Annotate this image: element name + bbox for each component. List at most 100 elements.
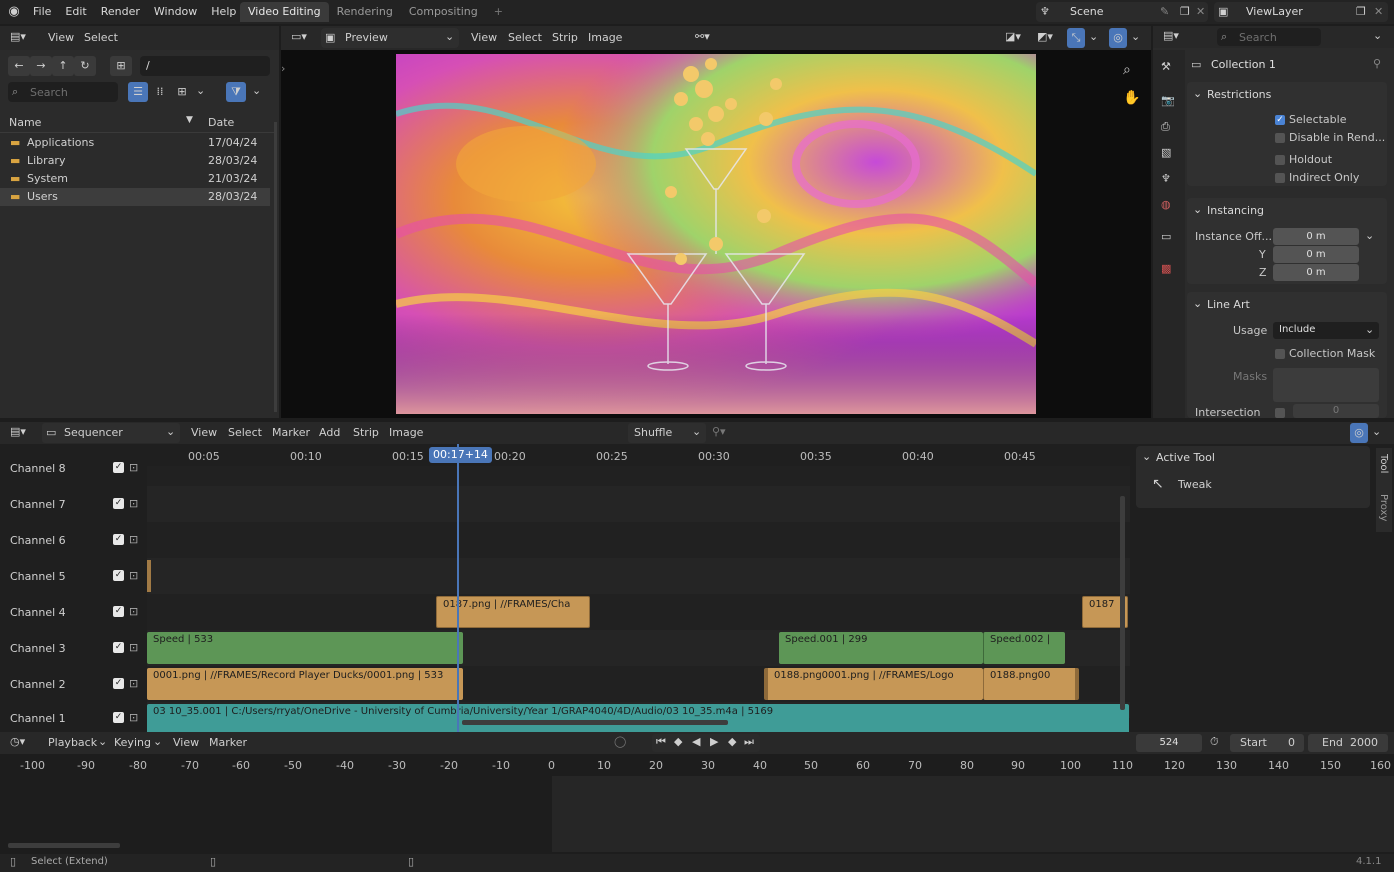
start-frame-field[interactable]: Start 0 xyxy=(1230,734,1304,752)
chevron-down-icon[interactable]: ⌄ xyxy=(1373,29,1382,42)
image-strip[interactable]: 0188.png00 xyxy=(983,668,1079,700)
sort-icon[interactable]: ▼ xyxy=(186,115,193,125)
speed-strip[interactable]: Speed | 533 xyxy=(147,632,463,664)
world-icon[interactable]: ◍ xyxy=(1161,198,1171,211)
horizontal-scrollbar[interactable] xyxy=(462,720,728,725)
lock-icon[interactable]: ⊡ xyxy=(129,497,138,510)
tab-video-editing[interactable]: Video Editing xyxy=(240,2,329,22)
time-ruler[interactable]: 00:05 00:10 00:15 00:20 00:25 00:30 00:3… xyxy=(0,444,1130,466)
menu-view[interactable]: View xyxy=(48,31,74,44)
speed-strip[interactable]: Speed.001 | 299 xyxy=(779,632,983,664)
thumbnail-grid-icon[interactable]: ⊞ xyxy=(172,82,192,102)
lock-icon[interactable]: ⊡ xyxy=(129,461,138,474)
snap-icon[interactable]: ⚲▾ xyxy=(712,425,726,438)
channel-label[interactable]: Channel 8 xyxy=(10,462,66,475)
speed-strip[interactable]: Speed.002 | xyxy=(983,632,1065,664)
editor-type-icon[interactable]: ▤▾ xyxy=(1163,29,1179,42)
forward-icon[interactable]: → xyxy=(30,56,52,76)
channel-mute-checkbox[interactable]: ✓ xyxy=(113,498,124,509)
end-frame-field[interactable]: End 2000 xyxy=(1308,734,1388,752)
instancing-title[interactable]: Instancing xyxy=(1207,204,1264,217)
column-date[interactable]: Date xyxy=(208,116,234,129)
image-strip[interactable]: 0188.png0001.png | //FRAMES/Logo xyxy=(764,668,983,700)
menu-strip[interactable]: Strip xyxy=(552,31,578,44)
instance-offset-z[interactable]: 0 m xyxy=(1273,264,1359,281)
menu-view[interactable]: View xyxy=(471,31,497,44)
chevron-down-icon[interactable]: ⌄ xyxy=(1193,297,1202,310)
chevron-down-icon[interactable]: ⌄ xyxy=(1089,30,1098,43)
menu-select[interactable]: Select xyxy=(84,31,118,44)
menu-marker[interactable]: Marker xyxy=(209,736,247,749)
current-time-indicator[interactable]: 00:17+14 xyxy=(429,447,492,463)
clock-icon[interactable]: ◷▾ xyxy=(10,735,25,748)
holdout-checkbox[interactable] xyxy=(1275,155,1285,165)
menu-file[interactable]: File xyxy=(26,0,58,24)
overlays-toggle-icon[interactable]: ◎ xyxy=(1350,423,1368,443)
chevron-down-icon[interactable]: ⌄ xyxy=(252,84,261,97)
close-icon[interactable]: ✕ xyxy=(1374,5,1383,18)
overlay-icon[interactable]: ◩▾ xyxy=(1037,30,1053,43)
pivot-icon[interactable]: ⚯▾ xyxy=(695,30,710,43)
channel-label[interactable]: Channel 4 xyxy=(10,606,66,619)
next-keyframe-icon[interactable]: ◆ xyxy=(728,735,736,748)
view-layer-icon[interactable]: ▧ xyxy=(1161,146,1171,159)
indirect-only-checkbox[interactable] xyxy=(1275,173,1285,183)
channel-label[interactable]: Channel 2 xyxy=(10,678,66,691)
menu-select[interactable]: Select xyxy=(508,31,542,44)
channel-mute-checkbox[interactable]: ✓ xyxy=(113,534,124,545)
list-item[interactable]: ▬ System 21/03/24 xyxy=(0,170,270,188)
menu-strip[interactable]: Strip xyxy=(353,426,379,439)
view-type-dropdown[interactable]: ▭ Sequencer ⌄ xyxy=(42,423,180,443)
path-field[interactable]: / xyxy=(140,56,270,76)
horizontal-scrollbar[interactable] xyxy=(8,843,120,848)
vertical-scrollbar[interactable] xyxy=(1120,496,1125,710)
view-layer-selector[interactable]: ▣ ViewLayer ❐ ✕ xyxy=(1214,2,1388,22)
playhead[interactable] xyxy=(457,444,459,734)
chevron-down-icon[interactable]: ⌄ xyxy=(1193,87,1202,100)
usage-dropdown[interactable]: Include ⌄ xyxy=(1273,322,1379,339)
scene-icon[interactable]: ♆ xyxy=(1161,172,1171,185)
image-strip[interactable]: 0001.png | //FRAMES/Record Player Ducks/… xyxy=(147,668,463,700)
list-item[interactable]: ▬ Applications 17/04/24 xyxy=(0,134,270,152)
channel-mute-checkbox[interactable]: ✓ xyxy=(113,712,124,723)
editor-type-icon[interactable]: ▤▾ xyxy=(10,30,26,43)
lock-icon[interactable]: ⊡ xyxy=(129,677,138,690)
jump-end-icon[interactable]: ⏭ xyxy=(744,735,754,749)
pin-icon[interactable]: ✎ xyxy=(1160,5,1169,18)
prev-keyframe-icon[interactable]: ◆ xyxy=(674,735,682,748)
list-item[interactable]: ▬ Library 28/03/24 xyxy=(0,152,270,170)
menu-view[interactable]: View xyxy=(173,736,199,749)
new-layer-icon[interactable]: ❐ xyxy=(1356,5,1366,18)
menu-edit[interactable]: Edit xyxy=(58,0,93,24)
lock-icon[interactable]: ⊡ xyxy=(129,641,138,654)
channel-label[interactable]: Channel 3 xyxy=(10,642,66,655)
filter-icon[interactable]: ⧩ xyxy=(226,82,246,102)
chevron-down-icon[interactable]: ⌄ xyxy=(196,84,205,97)
close-icon[interactable]: ✕ xyxy=(1196,5,1205,18)
channel-label[interactable]: Channel 5 xyxy=(10,570,66,583)
channel-mute-checkbox[interactable]: ✓ xyxy=(113,642,124,653)
properties-search-input[interactable]: ⌕ Search xyxy=(1217,28,1321,46)
frame-ruler[interactable]: -100 -90 -80 -70 -60 -50 -40 -30 -20 -10… xyxy=(0,756,1394,776)
pin-icon[interactable]: ⚲ xyxy=(1373,57,1381,70)
chevron-down-icon[interactable]: ⌄ xyxy=(1365,229,1374,242)
channel-mute-checkbox[interactable]: ✓ xyxy=(113,462,124,473)
channel-mute-checkbox[interactable]: ✓ xyxy=(113,678,124,689)
scene-selector[interactable]: ♆ Scene ✎ ❐ ✕ xyxy=(1036,2,1208,22)
chevron-down-icon[interactable]: ⌄ xyxy=(1372,425,1381,438)
overlap-mode-dropdown[interactable]: Shuffle ⌄ xyxy=(628,423,706,443)
list-view-icon[interactable]: ☰ xyxy=(128,82,148,102)
refresh-icon[interactable]: ↻ xyxy=(74,56,96,76)
render-icon[interactable]: 📷 xyxy=(1161,94,1175,107)
line-art-title[interactable]: Line Art xyxy=(1207,298,1250,311)
intersection-checkbox[interactable] xyxy=(1275,408,1285,418)
column-name[interactable]: Name xyxy=(9,116,41,129)
collection-icon[interactable]: ▭ xyxy=(1161,230,1171,243)
tweak-tool-icon[interactable]: ↖ xyxy=(1152,476,1164,492)
image-strip[interactable]: 0187.png | //FRAMES/Cha xyxy=(436,596,590,628)
intersection-value[interactable]: 0 xyxy=(1293,404,1379,418)
toolbar-expand-icon[interactable]: › xyxy=(281,62,285,75)
timer-icon[interactable]: ⏱ xyxy=(1210,735,1219,749)
output-icon[interactable]: ⎙ xyxy=(1161,120,1170,134)
chevron-down-icon[interactable]: ⌄ xyxy=(1193,203,1202,216)
